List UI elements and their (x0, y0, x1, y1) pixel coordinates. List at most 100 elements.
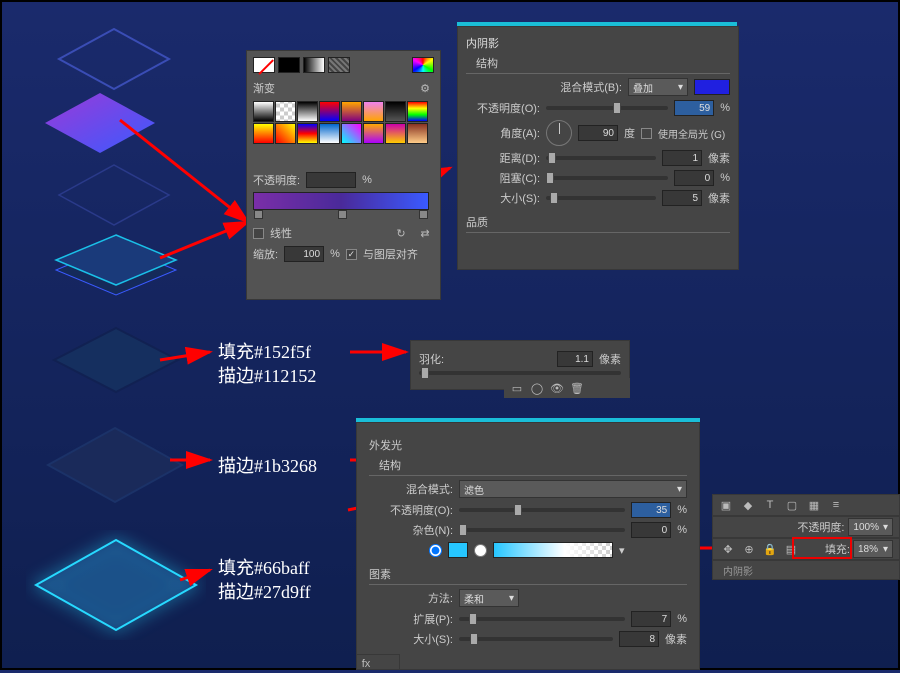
diamond-stack (46, 225, 186, 305)
gradient-presets[interactable] (253, 101, 434, 166)
color-picker-swatch[interactable] (412, 57, 434, 73)
diamond-stroke-2 (40, 420, 190, 510)
og-opacity-slider[interactable] (459, 508, 625, 512)
mask-icon[interactable]: ▭ (508, 379, 526, 397)
feather-label: 羽化: (419, 351, 444, 367)
lock-move-icon[interactable]: ✥ (719, 540, 737, 558)
layers-opacity-row: 不透明度: 100%▾ (712, 516, 900, 538)
add-mask-icon[interactable]: ▣ (717, 496, 735, 514)
outer-glow-panel: 外发光 结构 混合模式: 滤色▾ 不透明度(O): % 杂色(N): % ▾ 图… (356, 422, 700, 670)
diamond-glow (26, 530, 206, 640)
og-size-label: 大小(S): (369, 631, 453, 647)
gradient-radio[interactable] (474, 544, 487, 557)
linear-label: 线性 (270, 225, 292, 241)
og-struct: 结构 (379, 457, 687, 473)
spread-input[interactable] (674, 170, 714, 186)
layer-inner-shadow-label: 内阴影 (723, 567, 753, 578)
align-checkbox[interactable] (346, 249, 357, 260)
layers-toolbar: ▣ ◆ T ▢ ▦ ≡ (712, 494, 900, 516)
glow-gradient-bar[interactable] (493, 542, 613, 558)
size-slider[interactable] (546, 196, 656, 200)
feather-input[interactable] (557, 351, 593, 367)
glow-color-swatch[interactable] (448, 542, 468, 558)
fx-icon[interactable]: fx (357, 655, 375, 673)
path-icon[interactable]: ◆ (739, 496, 757, 514)
annotation-stroke-1: 描边#112152 (218, 362, 316, 388)
scale-input[interactable] (284, 246, 324, 262)
extend-slider[interactable] (459, 617, 625, 621)
text-icon[interactable]: T (761, 496, 779, 514)
og-size-input[interactable] (619, 631, 659, 647)
distance-label: 距离(D): (466, 150, 540, 166)
color-radio[interactable] (429, 544, 442, 557)
opacity-unit: % (362, 174, 372, 186)
size-label: 大小(S): (466, 190, 540, 206)
eye-icon[interactable]: 👁 (548, 379, 566, 397)
solid-swatch[interactable] (278, 57, 300, 73)
lock-icon[interactable]: 🔒 (761, 540, 779, 558)
global-light-checkbox[interactable] (641, 128, 652, 139)
gradient-bar[interactable] (253, 192, 429, 210)
inner-shadow-title: 内阴影 (466, 35, 730, 51)
noise-slider[interactable] (459, 528, 625, 532)
link-icon[interactable]: ⇄ (416, 224, 434, 242)
quality-label: 品质 (466, 214, 730, 230)
size-input[interactable] (662, 190, 702, 206)
method-dropdown[interactable]: 柔和▾ (459, 589, 519, 607)
fill-type-row (253, 57, 434, 73)
distance-input[interactable] (662, 150, 702, 166)
lock-pixel-icon[interactable]: ⊕ (740, 540, 758, 558)
layer-opacity-label: 不透明度: (797, 519, 844, 535)
rotate-icon[interactable]: ↻ (392, 224, 410, 242)
gradient-panel: 渐变 ⚙ 不透明度: % 线性 ↻ ⇄ 缩放: (246, 50, 441, 300)
spread-label: 阻塞(C): (466, 170, 540, 186)
og-blend-label: 混合模式: (369, 481, 453, 497)
blend-dropdown[interactable]: 叠加▾ (628, 78, 688, 96)
elements-label: 图素 (369, 566, 687, 582)
angle-dial[interactable] (546, 120, 572, 146)
annotation-fill-1: 填充#152f5f (218, 338, 311, 364)
angle-label: 角度(A): (466, 125, 540, 141)
extend-label: 扩展(P): (369, 611, 453, 627)
opacity-input[interactable] (306, 172, 356, 188)
is-opacity-slider[interactable] (546, 106, 668, 110)
outer-glow-title: 外发光 (369, 437, 687, 453)
global-label: 使用全局光 (G) (658, 126, 725, 141)
og-opacity-label: 不透明度(O): (369, 502, 453, 518)
panel-footer-strip: fx (356, 654, 400, 670)
og-size-slider[interactable] (459, 637, 613, 641)
distance-slider[interactable] (546, 156, 656, 160)
layer-fill-dropdown[interactable]: 18%▾ (853, 540, 893, 558)
no-fill-swatch[interactable] (253, 57, 275, 73)
layer-effect-row: 内阴影 (712, 560, 900, 580)
align-label: 与图层对齐 (363, 246, 418, 262)
shape-icon[interactable]: ▢ (783, 496, 801, 514)
inner-shadow-panel: 内阴影 结构 混合模式(B): 叠加▾ 不透明度(O): % 角度(A): 度 … (457, 26, 739, 270)
layer-opacity-dropdown[interactable]: 100%▾ (848, 518, 893, 536)
highlight-fill-box (792, 537, 852, 559)
gradient-swatch[interactable] (303, 57, 325, 73)
trash-icon[interactable]: 🗑 (568, 379, 586, 397)
annotation-stroke-3: 描边#27d9ff (218, 578, 311, 604)
annotation-stroke-2: 描边#1b3268 (218, 452, 317, 478)
feather-slider[interactable] (419, 371, 621, 375)
circle-mask-icon[interactable]: ◯ (528, 379, 546, 397)
blend-label: 混合模式(B): (560, 79, 622, 95)
linear-checkbox[interactable] (253, 228, 264, 239)
blend-color-swatch[interactable] (694, 79, 730, 95)
scale-label: 缩放: (253, 246, 278, 262)
og-opacity-input[interactable] (631, 502, 671, 518)
image-icon[interactable]: ▦ (805, 496, 823, 514)
gear-icon[interactable]: ⚙ (416, 79, 434, 97)
pattern-swatch[interactable] (328, 57, 350, 73)
angle-input[interactable] (578, 125, 618, 141)
scale-unit: % (330, 248, 340, 260)
noise-input[interactable] (631, 522, 671, 538)
menu-icon[interactable]: ≡ (827, 496, 845, 514)
spread-slider[interactable] (546, 176, 668, 180)
mask-icon-row: ▭ ◯ 👁 🗑 (504, 378, 630, 398)
diamond-outline-1 (54, 24, 174, 94)
is-opacity-input[interactable] (674, 100, 714, 116)
og-blend-dropdown[interactable]: 滤色▾ (459, 480, 687, 498)
extend-input[interactable] (631, 611, 671, 627)
